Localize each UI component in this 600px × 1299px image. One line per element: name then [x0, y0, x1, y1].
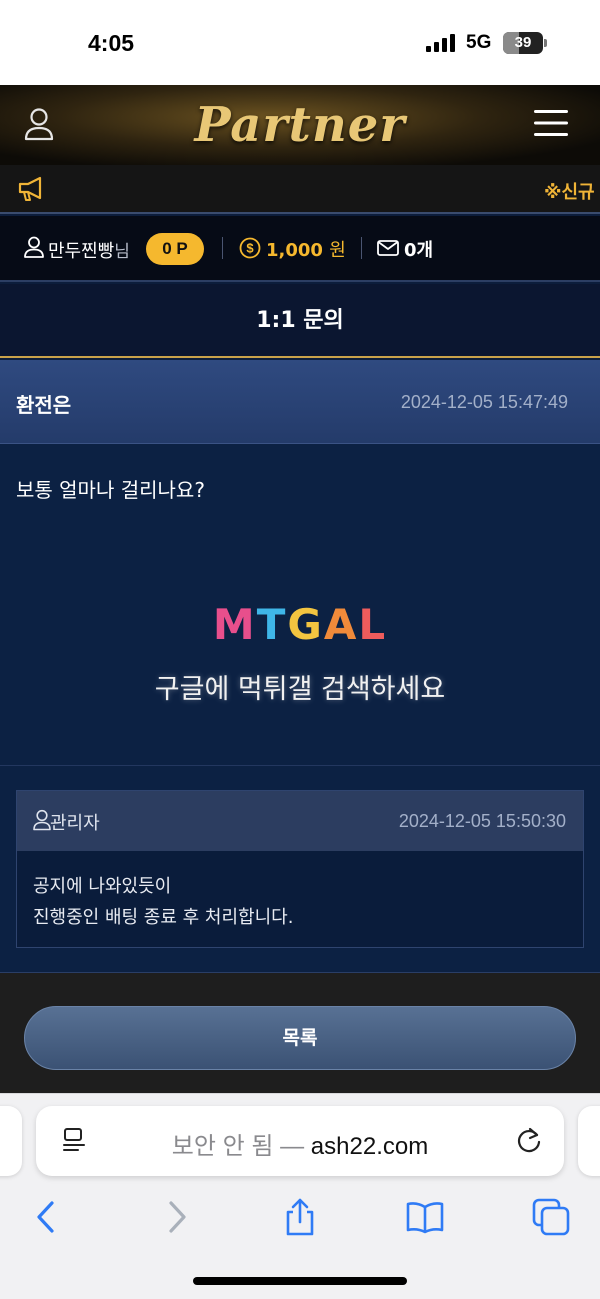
admin-person-icon — [33, 809, 51, 831]
question-text: 보통 얼마나 걸리나요? — [16, 478, 205, 502]
back-icon[interactable] — [27, 1197, 67, 1237]
svg-text:$: $ — [246, 241, 254, 256]
url-domain: ash22.com — [310, 1133, 429, 1160]
battery-percent: 39 — [514, 34, 532, 51]
share-icon[interactable] — [280, 1197, 320, 1237]
watermark-letter: A — [323, 600, 359, 649]
person-icon — [24, 236, 44, 258]
watermark-letter: T — [256, 600, 288, 649]
answer-text-line: 진행중인 배팅 종료 후 처리합니다. — [33, 907, 294, 928]
message-count[interactable]: 0개 — [404, 236, 433, 262]
user-icon[interactable] — [24, 107, 54, 141]
security-warning: 보안 안 됨 — — [171, 1133, 311, 1160]
watermark-letter: M — [212, 600, 257, 649]
battery-tip — [544, 39, 547, 47]
next-tab-preview[interactable] — [578, 1106, 600, 1176]
tabs-icon[interactable] — [531, 1197, 571, 1237]
site-logo[interactable]: Partner — [0, 97, 600, 153]
forward-icon[interactable] — [156, 1197, 196, 1237]
mail-icon — [377, 240, 399, 256]
money-amount: 1,000 — [266, 240, 323, 261]
username-text: 만두찐빵 — [48, 241, 115, 262]
question-title: 환전은 — [16, 393, 72, 417]
money-unit: 원 — [329, 240, 346, 261]
status-time: 4:05 — [88, 30, 135, 56]
site-header: Partner — [0, 85, 600, 165]
notice-ticker[interactable]: ※신규 — [544, 178, 595, 204]
home-indicator — [193, 1277, 407, 1285]
answer-date: 2024-12-05 15:50:30 — [398, 811, 566, 831]
battery-icon: 39 — [503, 32, 543, 54]
reader-mode-icon[interactable] — [62, 1127, 88, 1155]
coin-icon: $ — [239, 237, 261, 259]
watermark-text: 구글에 먹튀갤 검색하세요 — [154, 674, 446, 705]
reload-icon[interactable] — [515, 1126, 543, 1156]
points-badge[interactable]: 0 P — [146, 233, 204, 265]
url-display[interactable]: 보안 안 됨 — ash22.com — [88, 1126, 512, 1161]
question-date: 2024-12-05 15:47:49 — [400, 392, 568, 412]
watermark-letter: L — [358, 600, 388, 649]
network-type: 5G — [466, 32, 492, 53]
notice-bar — [0, 165, 600, 214]
money-balance[interactable]: 1,000 원 — [266, 236, 346, 262]
watermark-logo: MTGAL — [0, 600, 600, 649]
username-honorific: 님 — [114, 242, 130, 262]
page-title: 1:1 문의 — [256, 308, 344, 333]
divider — [361, 237, 362, 259]
previous-tab-preview[interactable] — [0, 1106, 22, 1176]
watermark-letter: G — [287, 600, 324, 649]
signal-strength-icon — [426, 34, 455, 52]
answer-author: 관리자 — [50, 813, 100, 834]
bookmarks-icon[interactable] — [405, 1197, 445, 1237]
answer-text-line: 공지에 나와있듯이 — [33, 876, 172, 897]
megaphone-icon — [18, 176, 42, 201]
username[interactable]: 만두찐빵님 — [48, 237, 130, 263]
list-button[interactable]: 목록 — [24, 1006, 576, 1070]
divider — [222, 237, 223, 259]
menu-icon[interactable] — [534, 109, 568, 137]
